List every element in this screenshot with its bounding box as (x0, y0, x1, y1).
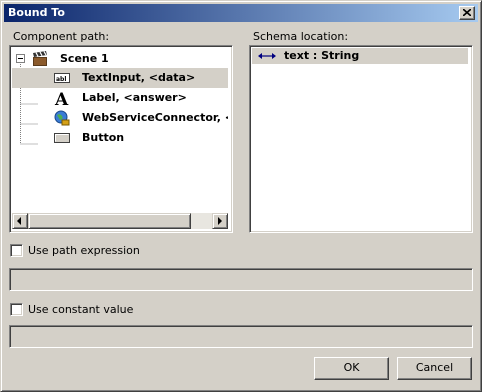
use-constant-value-label[interactable]: Use constant value (28, 303, 133, 316)
title-bar[interactable]: Bound To (4, 4, 478, 22)
use-path-expression-checkbox[interactable] (10, 244, 23, 257)
scroll-right-button[interactable] (212, 213, 228, 229)
tree-item-label: Scene 1 (60, 52, 109, 65)
dialog-title: Bound To (8, 6, 65, 19)
scroll-thumb[interactable] (28, 213, 191, 229)
textinput-icon: abl (54, 73, 70, 83)
close-button[interactable] (459, 6, 475, 20)
path-expression-field[interactable] (9, 268, 473, 291)
component-path-label: Component path: (13, 30, 110, 43)
schema-location-label: Schema location: (253, 30, 349, 43)
clapperboard-icon (33, 51, 47, 66)
bound-to-dialog: Bound To Component path: Scene 1 abl Tex… (0, 0, 482, 392)
tree-item-label-answer[interactable]: A Label, <answer> (12, 88, 228, 108)
constant-value-field[interactable] (9, 325, 473, 348)
tree-item-textinput[interactable]: abl TextInput, <data> (12, 68, 228, 88)
tree-item-label: TextInput, <data> (82, 71, 196, 84)
schema-item-text[interactable]: text : String (252, 48, 468, 64)
label-a-icon: A (54, 90, 69, 106)
cancel-button[interactable]: Cancel (397, 357, 472, 380)
ok-button[interactable]: OK (314, 357, 389, 380)
close-icon (463, 9, 471, 16)
tree-item-label: WebServiceConnector, <ws (82, 111, 228, 124)
tree-item-button[interactable]: Button (12, 128, 228, 148)
schema-item-label: text : String (284, 49, 360, 62)
bidirectional-arrow-icon (258, 53, 276, 59)
tree-item-label: Label, <answer> (82, 91, 187, 104)
horizontal-scrollbar[interactable] (12, 213, 228, 229)
button-icon (54, 133, 70, 143)
scroll-left-button[interactable] (12, 213, 28, 229)
schema-list[interactable]: text : String (249, 45, 473, 233)
use-path-expression-label[interactable]: Use path expression (28, 244, 140, 257)
svg-text:abl: abl (56, 76, 66, 83)
svg-text:A: A (54, 90, 69, 106)
tree-item-scene[interactable]: Scene 1 (12, 49, 212, 69)
tree-item-label: Button (82, 131, 125, 144)
tree-item-webserviceconnector[interactable]: WebServiceConnector, <ws (12, 108, 228, 128)
component-tree[interactable]: Scene 1 abl TextInput, <data> A Label, <… (9, 45, 233, 233)
use-constant-value-checkbox[interactable] (10, 303, 23, 316)
globe-connector-icon (54, 110, 70, 126)
arrow-right-icon (218, 217, 222, 225)
arrow-left-icon (17, 217, 21, 225)
